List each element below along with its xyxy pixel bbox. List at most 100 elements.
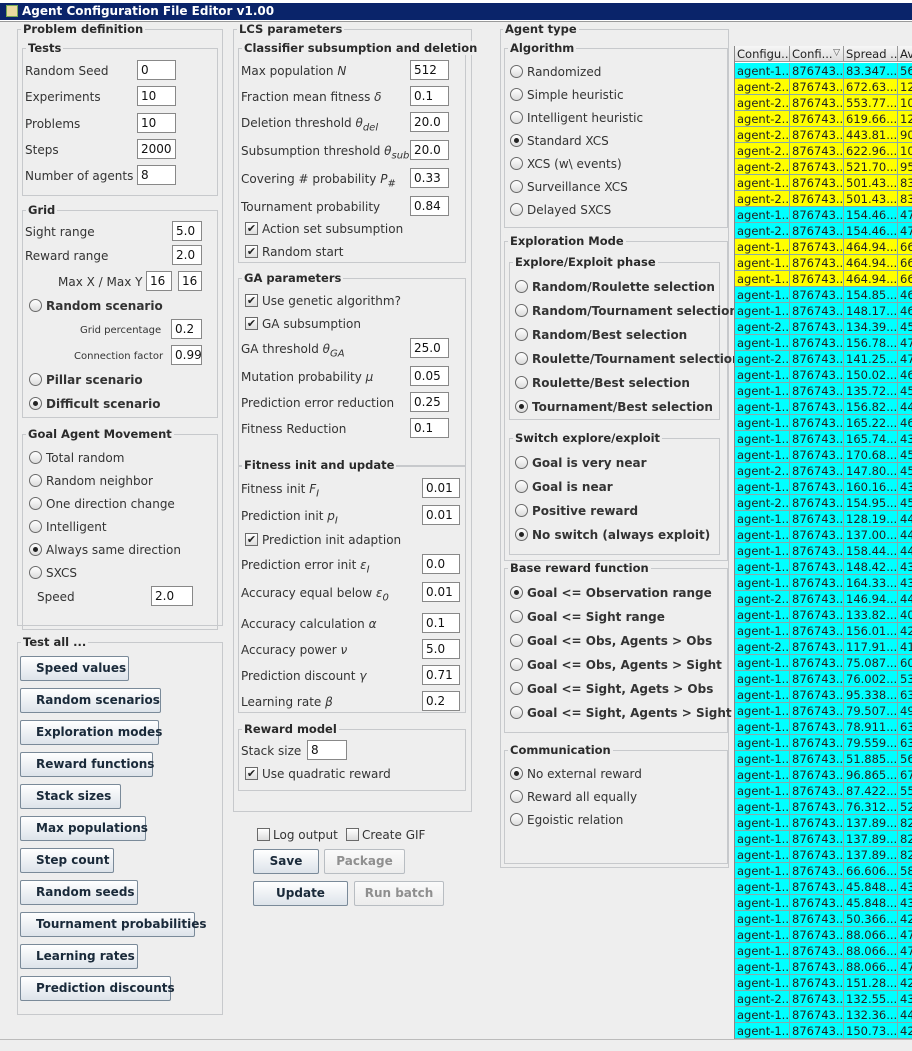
difficult-scenario-radio[interactable]	[29, 397, 42, 410]
test-all-button-reward-functions[interactable]: Reward functions	[20, 752, 154, 777]
table-row[interactable]: agent-1...876743...76.002...53	[735, 671, 912, 687]
table-row[interactable]: agent-1...876743...133.82...40	[735, 607, 912, 623]
table-row[interactable]: agent-1...876743...78.911...63	[735, 719, 912, 735]
table-row[interactable]: agent-1...876743...95.338...63	[735, 687, 912, 703]
test-all-button-prediction-discounts[interactable]: Prediction discounts	[20, 976, 175, 1001]
quadratic-reward-checkbox[interactable]: ✔	[245, 767, 258, 780]
table-row[interactable]: agent-1...876743...137.89...82	[735, 847, 912, 863]
package-button[interactable]: Package	[324, 849, 405, 874]
test-all-button-max-populations[interactable]: Max populations	[20, 816, 148, 841]
table-row[interactable]: agent-1...876743...51.885...56	[735, 751, 912, 767]
explore-phase-radio-5[interactable]	[515, 376, 528, 389]
learning-rate-field[interactable]: 0.2	[422, 691, 460, 711]
table-row[interactable]: agent-1...876743...137.89...82	[735, 831, 912, 847]
table-row[interactable]: agent-1...876743...79.559...63	[735, 735, 912, 751]
accuracy-power-field[interactable]: 5.0	[422, 639, 460, 659]
reward-function-radio-3[interactable]	[510, 634, 523, 647]
reward-function-radio-5[interactable]	[510, 682, 523, 695]
table-row[interactable]: agent-1...876743...464.94...66	[735, 255, 912, 271]
table-row[interactable]: agent-1...876743...96.865...67	[735, 767, 912, 783]
table-row[interactable]: agent-2...876743...443.81...90	[735, 127, 912, 143]
ga-subsumption-checkbox[interactable]: ✔	[245, 317, 258, 330]
subsumption-threshold-field[interactable]: 20.0	[410, 140, 449, 160]
experiments-field[interactable]: 10	[137, 86, 176, 106]
tournament-probability-field[interactable]: 0.84	[410, 196, 449, 216]
table-row[interactable]: agent-1...876743...164.33...43	[735, 575, 912, 591]
algorithm-radio-5[interactable]	[510, 157, 523, 170]
accuracy-calculation-field[interactable]: 0.1	[422, 613, 460, 633]
test-all-button-step-count[interactable]: Step count	[20, 848, 114, 873]
results-table[interactable]: Configu... Confi...▽ Spread ... Av agent…	[734, 46, 912, 1039]
switch-mode-radio-3[interactable]	[515, 504, 528, 517]
algorithm-radio-3[interactable]	[510, 111, 523, 124]
table-row[interactable]: agent-1...876743...148.42...43	[735, 559, 912, 575]
covering-probability-field[interactable]: 0.33	[410, 168, 449, 188]
goal-movement-radio-2[interactable]	[29, 474, 42, 487]
table-row[interactable]: agent-1...876743...66.606...58	[735, 863, 912, 879]
table-row[interactable]: agent-1...876743...156.01...42	[735, 623, 912, 639]
table-row[interactable]: agent-1...876743...501.43...83	[735, 175, 912, 191]
table-row[interactable]: agent-2...876743...141.25...47	[735, 351, 912, 367]
run-batch-button[interactable]: Run batch	[354, 881, 444, 906]
reward-function-radio-6[interactable]	[510, 706, 523, 719]
table-row[interactable]: agent-1...876743...135.72...45	[735, 383, 912, 399]
prediction-discount-field[interactable]: 0.71	[422, 665, 460, 685]
prediction-error-reduction-field[interactable]: 0.25	[410, 392, 449, 412]
table-row[interactable]: agent-1...876743...151.28...42	[735, 975, 912, 991]
table-row[interactable]: agent-1...876743...76.312...52	[735, 799, 912, 815]
explore-phase-radio-4[interactable]	[515, 352, 528, 365]
switch-mode-radio-1[interactable]	[515, 456, 528, 469]
column-header-configuration[interactable]: Configu...	[735, 46, 790, 62]
table-row[interactable]: agent-2...876743...553.77...10	[735, 95, 912, 111]
table-row[interactable]: agent-1...876743...75.087...60	[735, 655, 912, 671]
log-output-checkbox[interactable]	[257, 828, 270, 841]
table-row[interactable]: agent-1...876743...132.36...44	[735, 1007, 912, 1023]
table-row[interactable]: agent-1...876743...160.16...43	[735, 479, 912, 495]
switch-mode-radio-4[interactable]	[515, 528, 528, 541]
reward-range-field[interactable]: 2.0	[172, 245, 202, 265]
max-y-field[interactable]: 16	[178, 271, 202, 291]
table-row[interactable]: agent-1...876743...50.366...42	[735, 911, 912, 927]
table-row[interactable]: agent-1...876743...128.19...44	[735, 511, 912, 527]
explore-phase-radio-2[interactable]	[515, 304, 528, 317]
problems-field[interactable]: 10	[137, 113, 176, 133]
table-row[interactable]: agent-2...876743...154.95...45	[735, 495, 912, 511]
deletion-threshold-field[interactable]: 20.0	[410, 112, 449, 132]
table-row[interactable]: agent-2...876743...147.80...45	[735, 463, 912, 479]
communication-radio-1[interactable]	[510, 767, 523, 780]
table-row[interactable]: agent-1...876743...464.94...66	[735, 239, 912, 255]
table-row[interactable]: agent-2...876743...672.63...12	[735, 79, 912, 95]
connection-factor-field[interactable]: 0.99	[171, 345, 202, 365]
table-row[interactable]: agent-2...876743...154.46...47	[735, 223, 912, 239]
steps-field[interactable]: 2000	[137, 139, 176, 159]
table-row[interactable]: agent-1...876743...88.066...47	[735, 959, 912, 975]
accuracy-equal-field[interactable]: 0.01	[422, 582, 460, 602]
table-row[interactable]: agent-2...876743...146.94...44	[735, 591, 912, 607]
fitness-reduction-field[interactable]: 0.1	[410, 418, 449, 438]
speed-field[interactable]: 2.0	[151, 586, 193, 606]
table-row[interactable]: agent-1...876743...156.78...47	[735, 335, 912, 351]
test-all-button-random-seeds[interactable]: Random seeds	[20, 880, 138, 905]
table-row[interactable]: agent-1...876743...165.22...46	[735, 415, 912, 431]
algorithm-radio-6[interactable]	[510, 180, 523, 193]
test-all-button-stack-sizes[interactable]: Stack sizes	[20, 784, 121, 809]
table-row[interactable]: agent-2...876743...619.66...12	[735, 111, 912, 127]
table-row[interactable]: agent-1...876743...79.507...49	[735, 703, 912, 719]
table-row[interactable]: agent-1...876743...165.74...43	[735, 431, 912, 447]
mutation-probability-field[interactable]: 0.05	[410, 366, 449, 386]
table-row[interactable]: agent-1...876743...156.82...44	[735, 399, 912, 415]
table-row[interactable]: agent-1...876743...88.066...47	[735, 943, 912, 959]
goal-movement-radio-6[interactable]	[29, 566, 42, 579]
table-row[interactable]: agent-1...876743...88.066...47	[735, 927, 912, 943]
reward-function-radio-4[interactable]	[510, 658, 523, 671]
table-row[interactable]: agent-1...876743...154.85...46	[735, 287, 912, 303]
save-button[interactable]: Save	[253, 849, 319, 874]
create-gif-checkbox[interactable]	[346, 828, 359, 841]
prediction-init-field[interactable]: 0.01	[422, 505, 460, 525]
column-header-config-id[interactable]: Confi... ▽	[790, 46, 844, 62]
random-start-checkbox[interactable]: ✔	[245, 245, 258, 258]
test-all-button-speed-values[interactable]: Speed values	[20, 656, 129, 681]
table-row[interactable]: agent-1...876743...158.44...44	[735, 543, 912, 559]
communication-radio-2[interactable]	[510, 790, 523, 803]
fraction-mean-fitness-field[interactable]: 0.1	[410, 86, 449, 106]
